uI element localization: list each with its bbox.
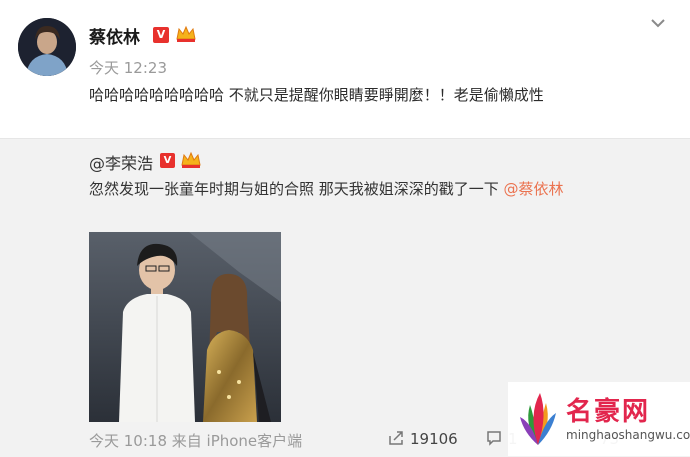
brand-name: 名豪网 — [566, 397, 651, 427]
verified-icon: V — [160, 153, 175, 168]
repost-source[interactable]: 今天 10:18 来自 iPhone客户端 — [89, 430, 302, 451]
brand-logo-icon — [516, 385, 562, 449]
share-count: 19106 — [410, 430, 458, 448]
repost-text: 忽然发现一张童年时期与姐的合照 那天我被姐深深的戳了一下 @蔡依林 — [89, 176, 674, 202]
repost-photo[interactable] — [89, 232, 281, 422]
share-button[interactable]: 19106 — [388, 430, 458, 450]
author-name[interactable]: 蔡依林 — [89, 23, 140, 48]
author-avatar[interactable] — [18, 18, 76, 76]
repost-author[interactable]: @李荣浩 — [89, 150, 153, 174]
brand-url: minghaoshangwu.com — [566, 428, 690, 442]
chevron-down-icon[interactable] — [649, 14, 667, 32]
comment-icon — [486, 430, 502, 450]
post-time[interactable]: 今天 12:23 — [89, 57, 167, 78]
mention-link[interactable]: @蔡依林 — [504, 180, 564, 198]
verified-icon: V — [153, 27, 169, 43]
post-text: 哈哈哈哈哈哈哈哈哈 不就只是提醒你眼睛要睜開麼！！老是偷懶成性 — [89, 86, 544, 104]
vip-crown-icon — [175, 24, 197, 44]
vip-crown-icon — [180, 150, 202, 170]
repost-text-body: 忽然发现一张童年时期与姐的合照 那天我被姐深深的戳了一下 — [89, 180, 504, 198]
share-icon — [388, 430, 404, 450]
